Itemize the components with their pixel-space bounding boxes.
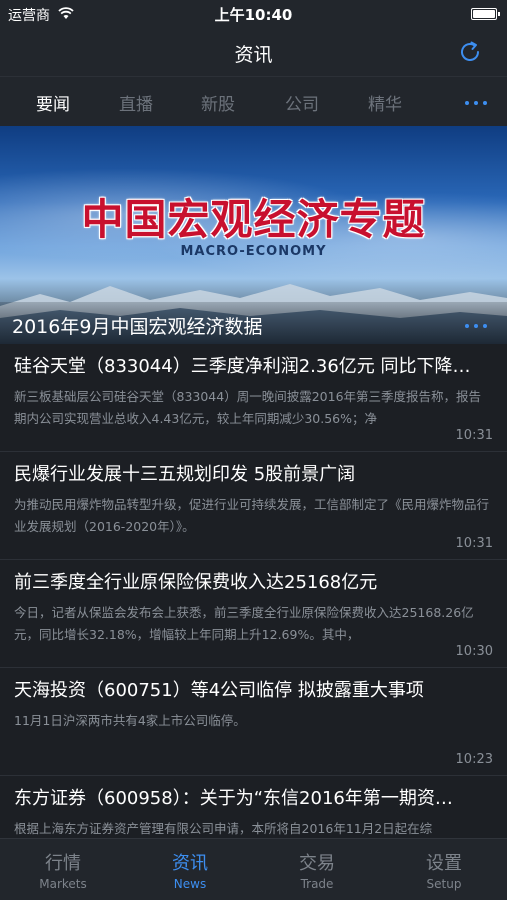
news-item[interactable]: 民爆行业发展十三五规划印发 5股前景广阔 为推动民用爆炸物品转型升级，促进行业可… bbox=[0, 452, 507, 560]
battery-icon bbox=[471, 8, 500, 20]
banner-caption: 2016年9月中国宏观经济数据 bbox=[12, 316, 263, 338]
tabbar-sublabel: Markets bbox=[39, 877, 87, 891]
news-item[interactable]: 天海投资（600751）等4公司临停 拟披露重大事项 11月1日沪深两市共有4家… bbox=[0, 668, 507, 776]
category-tabs: 要闻 直播 新股 公司 精华 bbox=[0, 76, 507, 126]
news-time: 10:31 bbox=[455, 428, 493, 443]
tabbar-setup[interactable]: 设置 Setup bbox=[381, 849, 507, 891]
tabbar-label: 交易 bbox=[299, 853, 335, 874]
news-item[interactable]: 东方证券（600958）：关于为“东信2016年第一期资… 根据上海东方证券资产… bbox=[0, 776, 507, 846]
news-title: 前三季度全行业原保险保费收入达25168亿元 bbox=[14, 572, 378, 593]
bottom-tab-bar: 行情 Markets 资讯 News 交易 Trade 设置 Setup bbox=[0, 838, 507, 900]
featured-banner[interactable]: 中国宏观经济专题 MACRO-ECONOMY 2016年9月中国宏观经济数据 bbox=[0, 126, 507, 344]
news-summary: 今日，记者从保监会发布会上获悉，前三季度全行业原保险保费收入达25168.26亿… bbox=[14, 605, 474, 642]
banner-title: 中国宏观经济专题 bbox=[81, 195, 426, 244]
tab-featured[interactable]: 精华 bbox=[368, 90, 402, 115]
tabbar-sublabel: Setup bbox=[426, 877, 462, 891]
tabbar-label: 设置 bbox=[426, 853, 462, 874]
news-time: 10:30 bbox=[455, 644, 493, 659]
banner-subtitle: MACRO-ECONOMY bbox=[180, 244, 327, 259]
tab-headlines[interactable]: 要闻 bbox=[36, 90, 70, 115]
tabbar-sublabel: Trade bbox=[300, 877, 334, 891]
more-tabs-icon[interactable] bbox=[465, 101, 487, 105]
tab-live[interactable]: 直播 bbox=[119, 90, 153, 115]
news-summary: 新三板基础层公司硅谷天堂（833044）周一晚间披露2016年第三季度报告称，报… bbox=[14, 389, 482, 426]
news-title: 东方证券（600958）：关于为“东信2016年第一期资… bbox=[14, 788, 453, 809]
news-summary: 为推动民用爆炸物品转型升级，促进行业可持续发展，工信部制定了《民用爆炸物品行业发… bbox=[14, 497, 490, 534]
tabbar-label: 行情 bbox=[45, 853, 81, 874]
tabbar-label: 资讯 bbox=[172, 853, 208, 874]
news-summary: 11月1日沪深两市共有4家上市公司临停。 bbox=[14, 713, 246, 728]
tabbar-news[interactable]: 资讯 News bbox=[127, 849, 253, 891]
status-bar: 运营商 上午10:40 bbox=[0, 0, 507, 28]
page-title: 资讯 bbox=[234, 44, 273, 66]
tabbar-markets[interactable]: 行情 Markets bbox=[0, 849, 126, 891]
tab-company[interactable]: 公司 bbox=[285, 90, 319, 115]
news-time: 10:23 bbox=[455, 752, 493, 767]
news-time: 10:31 bbox=[455, 536, 493, 551]
banner-pager-icon bbox=[465, 324, 487, 328]
news-title: 天海投资（600751）等4公司临停 拟披露重大事项 bbox=[14, 680, 424, 701]
news-title: 民爆行业发展十三五规划印发 5股前景广阔 bbox=[14, 464, 356, 485]
tabbar-trade[interactable]: 交易 Trade bbox=[254, 849, 380, 891]
news-item[interactable]: 硅谷天堂（833044）三季度净利润2.36亿元 同比下降… 新三板基础层公司硅… bbox=[0, 344, 507, 452]
news-item[interactable]: 前三季度全行业原保险保费收入达25168亿元 今日，记者从保监会发布会上获悉，前… bbox=[0, 560, 507, 668]
status-time: 上午10:40 bbox=[214, 6, 293, 24]
news-title: 硅谷天堂（833044）三季度净利润2.36亿元 同比下降… bbox=[14, 356, 471, 377]
tab-ipo[interactable]: 新股 bbox=[201, 90, 235, 115]
refresh-icon[interactable] bbox=[457, 39, 483, 65]
nav-bar: 资讯 bbox=[0, 28, 507, 76]
tabbar-sublabel: News bbox=[173, 877, 207, 891]
